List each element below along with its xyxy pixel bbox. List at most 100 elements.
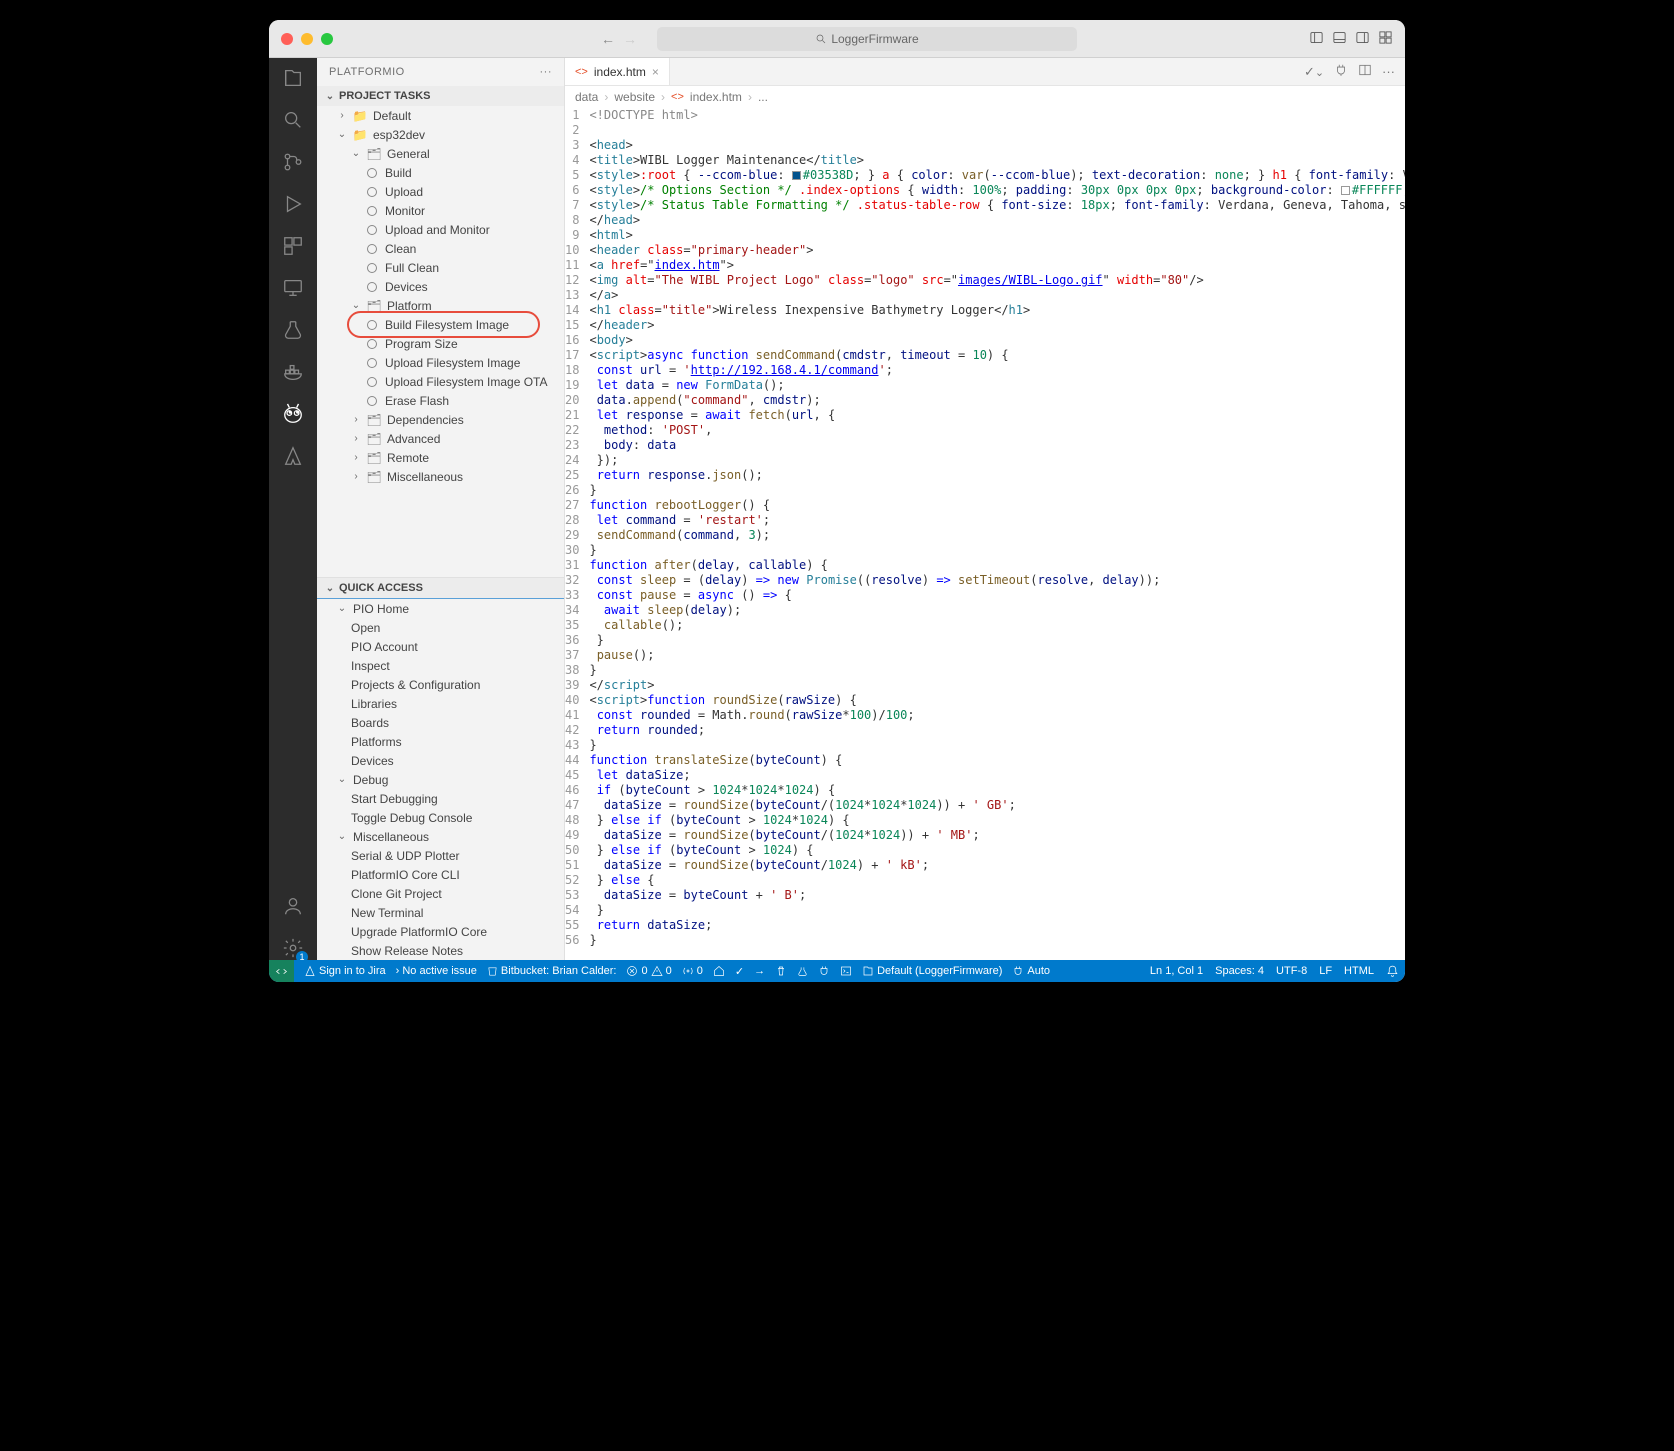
crumb[interactable]: data — [575, 90, 598, 104]
remote-indicator[interactable] — [269, 960, 294, 982]
sb-cursor-pos[interactable]: Ln 1, Col 1 — [1150, 965, 1203, 977]
env-esp32dev[interactable]: ⌄📁esp32dev — [317, 125, 564, 144]
qa-boards[interactable]: Boards — [317, 713, 564, 732]
sb-pio-upload[interactable]: → — [754, 965, 765, 977]
customize-layout-icon[interactable] — [1378, 30, 1393, 48]
qa-pio-home[interactable]: ⌄PIO Home — [317, 599, 564, 618]
qa-toggle-debug[interactable]: Toggle Debug Console — [317, 808, 564, 827]
sb-pio-build[interactable]: ✓ — [735, 965, 744, 978]
run-check-icon[interactable]: ✓⌄ — [1304, 64, 1324, 80]
qa-devices[interactable]: Devices — [317, 751, 564, 770]
search-activity-icon[interactable] — [281, 108, 305, 132]
task-program-size[interactable]: Program Size — [317, 334, 564, 353]
task-upload-fs-ota[interactable]: Upload Filesystem Image OTA — [317, 372, 564, 391]
crumb[interactable]: index.htm — [690, 90, 742, 104]
extensions-icon[interactable] — [281, 234, 305, 258]
sb-pio-monitor[interactable] — [818, 965, 830, 977]
platformio-icon[interactable] — [281, 402, 305, 426]
qa-platforms[interactable]: Platforms — [317, 732, 564, 751]
command-center[interactable]: LoggerFirmware — [657, 27, 1077, 51]
nav-back-icon[interactable]: ← — [601, 31, 615, 47]
sb-jira[interactable]: Sign in to Jira — [304, 965, 386, 977]
editor-more-icon[interactable]: ··· — [1382, 64, 1395, 79]
task-build[interactable]: Build — [317, 163, 564, 182]
qa-release-notes[interactable]: Show Release Notes — [317, 941, 564, 960]
qa-serial-udp[interactable]: Serial & UDP Plotter — [317, 846, 564, 865]
sb-pio-clean[interactable] — [775, 965, 787, 977]
sb-errors[interactable]: 0 0 — [626, 965, 671, 977]
split-editor-icon[interactable] — [1358, 63, 1372, 80]
run-debug-icon[interactable] — [281, 192, 305, 216]
toggle-panel-icon[interactable] — [1332, 30, 1347, 48]
task-devices[interactable]: Devices — [317, 277, 564, 296]
remote-explorer-icon[interactable] — [281, 276, 305, 300]
sb-eol[interactable]: LF — [1319, 965, 1332, 977]
env-default[interactable]: ›📁Default — [317, 106, 564, 125]
group-misc[interactable]: ›🗂Miscellaneous — [317, 467, 564, 486]
maximize-window[interactable] — [321, 33, 333, 45]
close-window[interactable] — [281, 33, 293, 45]
qa-new-terminal[interactable]: New Terminal — [317, 903, 564, 922]
task-clean[interactable]: Clean — [317, 239, 564, 258]
code-editor[interactable]: 1234567891011121314151617181920212223242… — [565, 108, 1405, 960]
tab-index-htm[interactable]: <> index.htm × — [565, 58, 670, 85]
code-lines[interactable]: <!DOCTYPE html><head><title>WIBL Logger … — [589, 108, 1405, 960]
qa-debug[interactable]: ⌄Debug — [317, 770, 564, 789]
tab-close-icon[interactable]: × — [652, 65, 659, 79]
task-upload-fs[interactable]: Upload Filesystem Image — [317, 353, 564, 372]
sb-radio[interactable]: 0 — [682, 965, 703, 977]
task-full-clean[interactable]: Full Clean — [317, 258, 564, 277]
qa-clone-git[interactable]: Clone Git Project — [317, 884, 564, 903]
qa-open[interactable]: Open — [317, 618, 564, 637]
source-control-icon[interactable] — [281, 150, 305, 174]
group-dependencies[interactable]: ›🗂Dependencies — [317, 410, 564, 429]
settings-gear-icon[interactable]: 1 — [281, 936, 305, 960]
sb-bitbucket[interactable]: Bitbucket: Brian Calder: — [487, 965, 617, 977]
toggle-secondary-sidebar-icon[interactable] — [1355, 30, 1370, 48]
docker-icon[interactable] — [281, 360, 305, 384]
explorer-icon[interactable] — [281, 66, 305, 90]
qa-inspect[interactable]: Inspect — [317, 656, 564, 675]
section-quick-access[interactable]: ⌄QUICK ACCESS — [317, 578, 564, 598]
sb-no-issue[interactable]: › No active issue — [396, 965, 477, 977]
group-platform[interactable]: ⌄🗂Platform — [317, 296, 564, 315]
breadcrumbs[interactable]: data› website› <> index.htm› ... — [565, 86, 1405, 108]
minimize-window[interactable] — [301, 33, 313, 45]
sb-pio-test[interactable] — [797, 966, 808, 977]
qa-start-debugging[interactable]: Start Debugging — [317, 789, 564, 808]
pio-plug-icon[interactable] — [1334, 63, 1348, 80]
task-erase-flash[interactable]: Erase Flash — [317, 391, 564, 410]
qa-projects[interactable]: Projects & Configuration — [317, 675, 564, 694]
sb-spaces[interactable]: Spaces: 4 — [1215, 965, 1264, 977]
atlassian-icon[interactable] — [281, 444, 305, 468]
panel-more-icon[interactable]: ··· — [540, 66, 553, 78]
crumb[interactable]: ... — [758, 90, 768, 104]
crumb[interactable]: website — [614, 90, 655, 104]
task-monitor[interactable]: Monitor — [317, 201, 564, 220]
sb-notifications-icon[interactable] — [1386, 965, 1399, 978]
qa-upgrade[interactable]: Upgrade PlatformIO Core — [317, 922, 564, 941]
section-project-tasks[interactable]: ⌄PROJECT TASKS — [317, 86, 564, 106]
task-build-filesystem-image[interactable]: Build Filesystem Image — [317, 315, 564, 334]
testing-icon[interactable] — [281, 318, 305, 342]
nav-forward-icon[interactable]: → — [623, 31, 637, 47]
qa-libraries[interactable]: Libraries — [317, 694, 564, 713]
sb-pio-port[interactable]: Auto — [1012, 965, 1050, 977]
sb-encoding[interactable]: UTF-8 — [1276, 965, 1307, 977]
titlebar: ← → LoggerFirmware — [269, 20, 1405, 58]
sb-language[interactable]: HTML — [1344, 965, 1374, 977]
group-remote[interactable]: ›🗂Remote — [317, 448, 564, 467]
sb-pio-home[interactable] — [713, 965, 725, 977]
qa-pio-cli[interactable]: PlatformIO Core CLI — [317, 865, 564, 884]
sb-pio-env[interactable]: Default (LoggerFirmware) — [862, 965, 1002, 977]
task-upload-monitor[interactable]: Upload and Monitor — [317, 220, 564, 239]
group-general[interactable]: ⌄🗂General — [317, 144, 564, 163]
task-upload[interactable]: Upload — [317, 182, 564, 201]
group-advanced[interactable]: ›🗂Advanced — [317, 429, 564, 448]
sb-pio-terminal[interactable] — [840, 965, 852, 977]
qa-pio-account[interactable]: PIO Account — [317, 637, 564, 656]
qa-misc[interactable]: ⌄Miscellaneous — [317, 827, 564, 846]
task-icon — [365, 242, 379, 256]
toggle-primary-sidebar-icon[interactable] — [1309, 30, 1324, 48]
accounts-icon[interactable] — [281, 894, 305, 918]
